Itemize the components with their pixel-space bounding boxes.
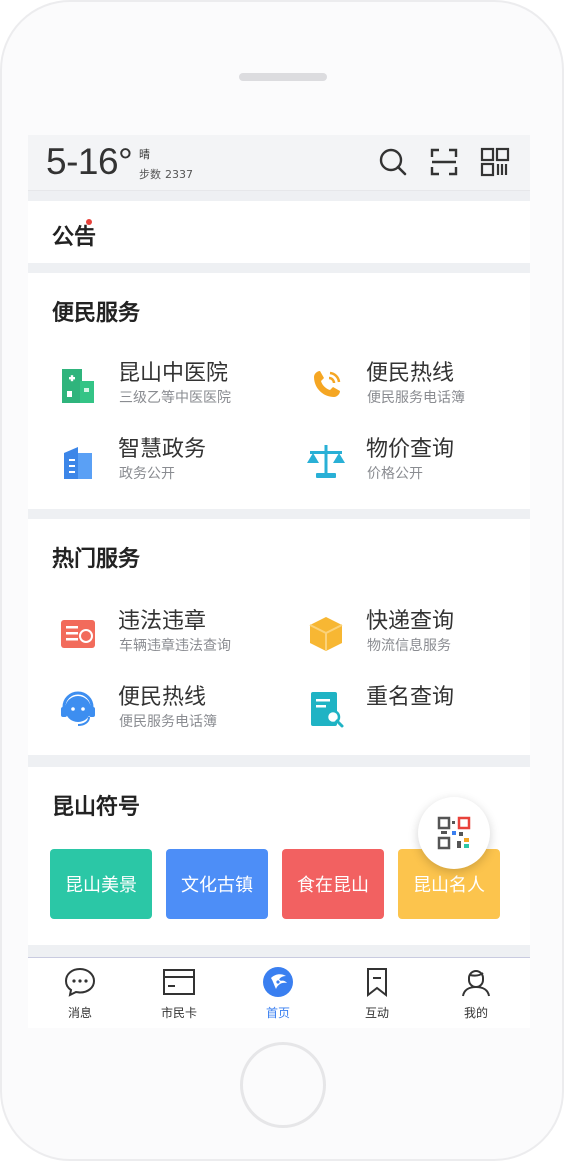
home-logo-icon (263, 967, 293, 997)
headset-icon (61, 691, 95, 726)
service-desc: 价格公开 (367, 466, 423, 482)
service-item-hospital[interactable]: 昆山中医院 三级乙等中医医院 (56, 355, 296, 415)
steps-value: 2337 (165, 168, 193, 181)
tab-mine[interactable]: 我的 (446, 966, 506, 1026)
service-item-express[interactable]: 快递查询 物流信息服务 (304, 603, 530, 663)
service-item-e-government[interactable]: 智慧政务 政务公开 (56, 431, 296, 491)
step-count: 步数 2337 (139, 166, 193, 182)
tab-messages[interactable]: 消息 (50, 966, 110, 1026)
scan-icon[interactable] (429, 147, 459, 177)
qr-code-icon[interactable] (480, 147, 510, 177)
section-title: 昆山符号 (52, 795, 141, 820)
app-screen: 5-16° 晴 步数 2337 公告 便民服务 昆山中医院 三级乙等中医医院 便… (28, 135, 530, 1028)
user-icon (462, 970, 490, 997)
phone-speaker (239, 73, 327, 81)
weather-condition: 晴 (139, 148, 150, 161)
package-icon (309, 617, 343, 651)
service-desc: 政务公开 (119, 466, 175, 482)
convenience-services-section: 便民服务 昆山中医院 三级乙等中医医院 便民热线 便民服务电话簿 智慧政务 政务… (28, 273, 530, 509)
phone-home-button[interactable] (240, 1042, 326, 1128)
tab-label: 市民卡 (160, 1006, 197, 1020)
service-name: 物价查询 (366, 437, 455, 462)
card-icon (163, 969, 195, 995)
service-desc: 车辆违章违法查询 (119, 638, 231, 654)
temperature: 5-16° (46, 141, 133, 182)
service-desc: 物流信息服务 (367, 638, 451, 654)
service-desc: 便民服务电话簿 (367, 390, 465, 406)
traffic-ticket-icon (61, 620, 95, 648)
tile-food[interactable]: 食在昆山 (282, 849, 384, 919)
message-icon (64, 967, 96, 997)
service-name: 违法违章 (118, 609, 207, 634)
bookmark-icon (367, 968, 387, 998)
service-desc: 三级乙等中医医院 (119, 390, 231, 406)
kunshan-symbols-section: 昆山符号 昆山美景 文化古镇 食在昆山 昆山名人 (28, 767, 530, 945)
service-name: 重名查询 (366, 685, 455, 710)
tab-label: 我的 (463, 1006, 488, 1020)
tab-label: 互动 (364, 1006, 389, 1020)
service-name: 便民热线 (366, 361, 455, 386)
tab-home[interactable]: 首页 (248, 966, 308, 1026)
steps-label: 步数 (139, 168, 161, 181)
service-item-hotline[interactable]: 便民热线 便民服务电话簿 (56, 679, 296, 739)
announcement-badge (86, 219, 92, 225)
phone-frame: 5-16° 晴 步数 2337 公告 便民服务 昆山中医院 三级乙等中医医院 便… (0, 0, 564, 1161)
government-building-icon (64, 447, 92, 479)
service-name: 昆山中医院 (118, 361, 229, 386)
document-search-icon (311, 692, 344, 728)
tile-ancient-towns[interactable]: 文化古镇 (166, 849, 268, 919)
service-item-name-query[interactable]: 重名查询 (304, 679, 530, 739)
bottom-tab-bar: 消息 市民卡 首页 互动 我的 (28, 957, 530, 1028)
tab-citizen-card[interactable]: 市民卡 (149, 966, 209, 1026)
service-name: 便民热线 (118, 685, 207, 710)
section-title: 热门服务 (52, 547, 141, 572)
phone-icon (314, 371, 341, 397)
scale-icon (307, 445, 345, 478)
tile-scenery[interactable]: 昆山美景 (50, 849, 152, 919)
section-title: 便民服务 (52, 301, 141, 326)
hot-services-section: 热门服务 违法违章 车辆违章违法查询 快递查询 物流信息服务 便民热线 便民服务… (28, 519, 530, 755)
service-name: 快递查询 (366, 609, 455, 634)
colorful-qr-icon (437, 816, 471, 850)
weather-header: 5-16° 晴 步数 2337 (28, 135, 530, 191)
service-item-violations[interactable]: 违法违章 车辆违章违法查询 (56, 603, 296, 663)
tab-label: 消息 (67, 1006, 92, 1020)
search-icon[interactable] (378, 147, 408, 177)
service-desc: 便民服务电话簿 (119, 714, 217, 730)
announcement-bar[interactable]: 公告 (28, 201, 530, 263)
hospital-icon (62, 369, 94, 403)
tab-interaction[interactable]: 互动 (347, 966, 407, 1026)
qr-code-floating-button[interactable] (418, 797, 490, 869)
service-name: 智慧政务 (118, 437, 207, 462)
tab-label: 首页 (265, 1006, 290, 1020)
service-item-hotline[interactable]: 便民热线 便民服务电话簿 (304, 355, 530, 415)
service-item-price-query[interactable]: 物价查询 价格公开 (304, 431, 530, 491)
